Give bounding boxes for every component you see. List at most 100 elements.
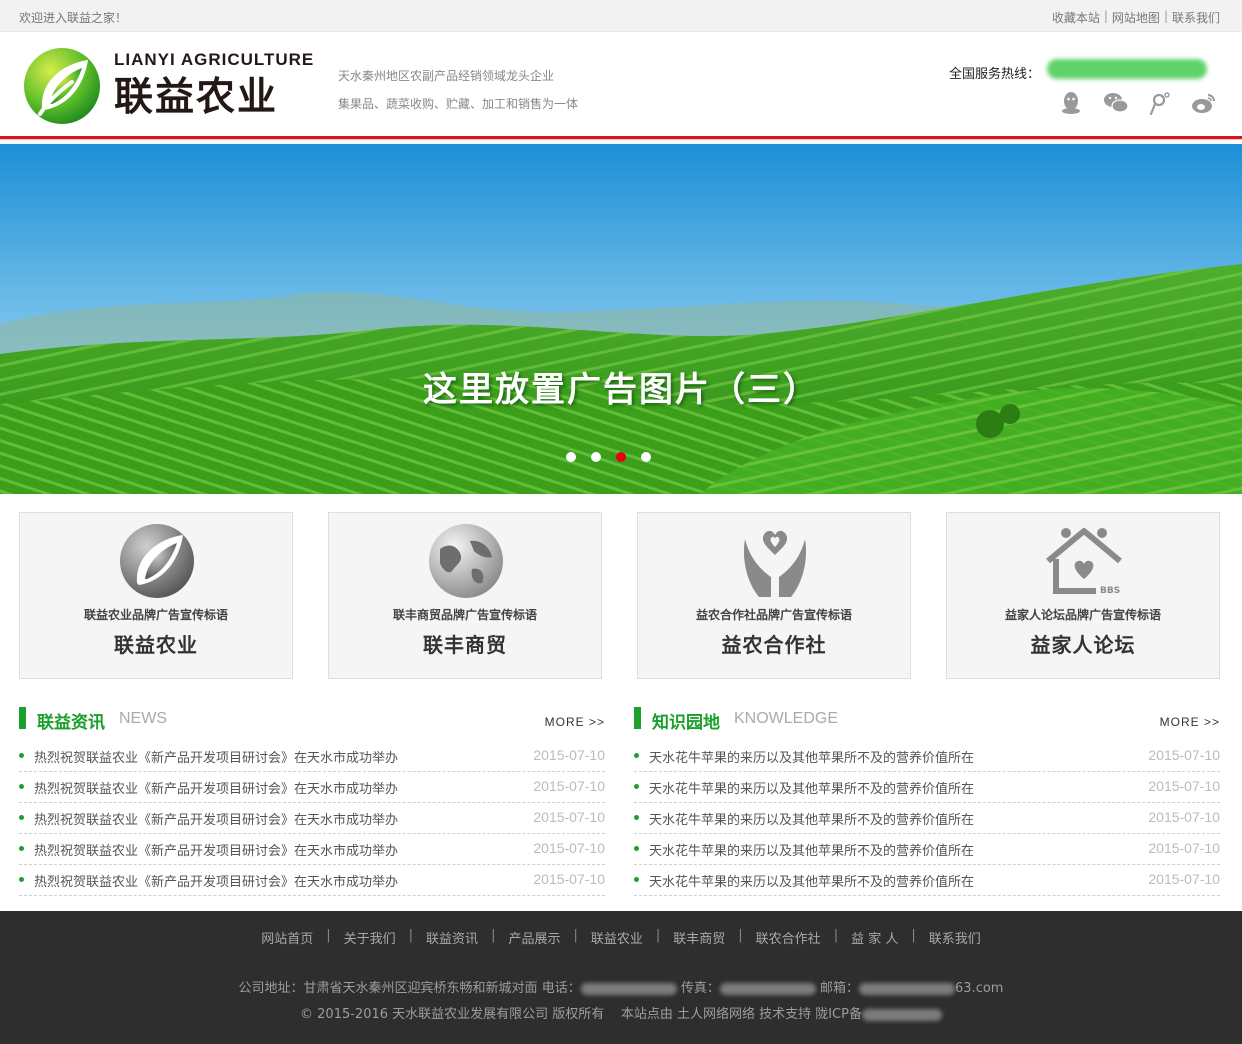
heart-hands-icon <box>743 530 807 597</box>
list-item[interactable]: 热烈祝贺联益农业《新产品开发项目研讨会》在天水市成功举办 2015-07-10 <box>19 865 605 896</box>
item-title: 热烈祝贺联益农业《新产品开发项目研讨会》在天水市成功举办 <box>34 844 399 859</box>
bullet <box>634 815 639 820</box>
qq-icon[interactable] <box>1058 90 1084 116</box>
footer-link-lianyi[interactable]: 联益农业 <box>578 928 656 947</box>
bullet <box>19 846 24 851</box>
news-list: 热烈祝贺联益农业《新产品开发项目研讨会》在天水市成功举办 2015-07-10 热… <box>19 741 605 896</box>
site-header: LIANYI AGRICULTURE 联益农业 天水秦州地区农副产品经销领域龙头… <box>0 32 1242 136</box>
list-item[interactable]: 热烈祝贺联益农业《新产品开发项目研讨会》在天水市成功举办 2015-07-10 <box>19 772 605 803</box>
hero-banner[interactable]: 这里放置广告图片（三） <box>0 144 1242 494</box>
bullet <box>19 815 24 820</box>
top-bar: 欢迎进入联益之家！ 收藏本站 | 网站地图 | 联系我们 <box>0 0 1242 32</box>
knowledge-header: 知识园地 KNOWLEDGE MORE >> <box>634 705 1220 735</box>
copyright-text: © 2015-2016 天水联益农业发展有限公司 版权所有 <box>300 1007 605 1022</box>
slogan-line-1: 天水秦州地区农副产品经销领域龙头企业 <box>338 69 555 83</box>
brand-tagline: 联益农业品牌广告宣传标语 <box>83 608 228 622</box>
fax-redacted <box>719 982 816 995</box>
phone-label: 电话： <box>541 981 581 996</box>
footer-link-products[interactable]: 产品展示 <box>495 928 573 947</box>
knowledge-list: 天水花牛苹果的来历以及其他苹果所不及的营养价值所在 2015-07-10 天水花牛… <box>634 741 1220 896</box>
slide-dot-1[interactable] <box>566 452 576 462</box>
brand-card-yijiaren[interactable]: BBS 益家人论坛品牌广告宣传标语 益家人论坛 <box>946 512 1220 679</box>
item-title: 热烈祝贺联益农业《新产品开发项目研讨会》在天水市成功举办 <box>34 782 399 797</box>
sitemap-link[interactable]: 网站地图 <box>1112 9 1160 26</box>
phone-redacted <box>580 982 677 995</box>
item-date: 2015-07-10 <box>1148 747 1220 763</box>
item-title: 热烈祝贺联益农业《新产品开发项目研讨会》在天水市成功举办 <box>34 875 399 890</box>
site-footer: 网站首页 | 关于我们 | 联益资讯 | 产品展示 | 联益农业 | 联丰商贸 | 联农合作… <box>0 911 1242 1044</box>
contact-link[interactable]: 联系我们 <box>1172 9 1220 26</box>
list-item[interactable]: 热烈祝贺联益农业《新产品开发项目研讨会》在天水市成功举办 2015-07-10 <box>19 834 605 865</box>
list-item[interactable]: 天水花牛苹果的来历以及其他苹果所不及的营养价值所在 2015-07-10 <box>634 741 1220 772</box>
bullet <box>19 784 24 789</box>
item-title: 天水花牛苹果的来历以及其他苹果所不及的营养价值所在 <box>649 782 975 797</box>
brand-name: 联丰商贸 <box>423 633 507 657</box>
sina-weibo-icon[interactable] <box>1191 90 1217 116</box>
footer-link-about[interactable]: 关于我们 <box>331 928 409 947</box>
item-date: 2015-07-10 <box>533 871 605 887</box>
separator: | <box>1103 9 1108 23</box>
list-item[interactable]: 天水花牛苹果的来历以及其他苹果所不及的营养价值所在 2015-07-10 <box>634 803 1220 834</box>
item-title: 天水花牛苹果的来历以及其他苹果所不及的营养价值所在 <box>649 751 975 766</box>
footer-link-contact[interactable]: 联系我们 <box>916 928 994 947</box>
list-item[interactable]: 热烈祝贺联益农业《新产品开发项目研讨会》在天水市成功举办 2015-07-10 <box>19 803 605 834</box>
brand-card-lianyi[interactable]: 联益农业品牌广告宣传标语 联益农业 <box>19 512 293 679</box>
news-section: 联益资讯 NEWS MORE >> 热烈祝贺联益农业《新产品开发项目研讨会》在天… <box>19 705 605 896</box>
item-date: 2015-07-10 <box>1148 809 1220 825</box>
brand-name: 联益农业 <box>114 633 198 657</box>
brand-card-lianfeng[interactable]: 联丰商贸品牌广告宣传标语 联丰商贸 <box>328 512 602 679</box>
item-date: 2015-07-10 <box>533 809 605 825</box>
wechat-icon[interactable] <box>1103 90 1129 116</box>
footer-copyright-line: © 2015-2016 天水联益农业发展有限公司 版权所有 本站点由 土人网络网… <box>0 1003 1242 1022</box>
footer-link-news[interactable]: 联益资讯 <box>413 928 491 947</box>
brand-card-yinong[interactable]: 益农合作社品牌广告宣传标语 益农合作社 <box>637 512 911 679</box>
item-date: 2015-07-10 <box>1148 840 1220 856</box>
item-title: 热烈祝贺联益农业《新产品开发项目研讨会》在天水市成功举办 <box>34 813 399 828</box>
bookmark-link[interactable]: 收藏本站 <box>1052 9 1100 26</box>
knowledge-more-link[interactable]: MORE >> <box>1160 715 1220 729</box>
svg-text:BBS: BBS <box>1100 586 1120 596</box>
slogan-line-2: 集果品、蔬菜收购、贮藏、加工和销售为一体 <box>338 97 579 111</box>
list-item[interactable]: 热烈祝贺联益农业《新产品开发项目研讨会》在天水市成功举办 2015-07-10 <box>19 741 605 772</box>
hotline-label: 全国服务热线： <box>949 67 1041 82</box>
news-more-link[interactable]: MORE >> <box>545 715 605 729</box>
item-date: 2015-07-10 <box>533 778 605 794</box>
item-date: 2015-07-10 <box>1148 778 1220 794</box>
separator: | <box>1163 9 1168 23</box>
list-item[interactable]: 天水花牛苹果的来历以及其他苹果所不及的营养价值所在 2015-07-10 <box>634 834 1220 865</box>
footer-address: 公司地址：甘肃省天水秦州区迎宾桥东畅和新城对面 <box>238 981 538 996</box>
item-date: 2015-07-10 <box>1148 871 1220 887</box>
welcome-text: 欢迎进入联益之家！ <box>19 11 128 25</box>
tea-field-illustration <box>0 144 1242 494</box>
brand-name: 益农合作社 <box>721 633 827 657</box>
footer-link-yijiaren[interactable]: 益 家 人 <box>838 928 911 947</box>
item-title: 热烈祝贺联益农业《新产品开发项目研讨会》在天水市成功举办 <box>34 751 399 766</box>
bullet <box>19 877 24 882</box>
bullet <box>634 877 639 882</box>
tencent-weibo-icon[interactable] <box>1147 90 1173 116</box>
list-item[interactable]: 天水花牛苹果的来历以及其他苹果所不及的营养价值所在 2015-07-10 <box>634 772 1220 803</box>
list-item[interactable]: 天水花牛苹果的来历以及其他苹果所不及的营养价值所在 2015-07-10 <box>634 865 1220 896</box>
email-redacted <box>859 982 956 995</box>
slide-dot-3[interactable] <box>616 452 626 462</box>
brand-tagline: 益农合作社品牌广告宣传标语 <box>695 608 852 622</box>
slide-dot-4[interactable] <box>641 452 651 462</box>
site-logo[interactable]: LIANYI AGRICULTURE 联益农业 <box>22 44 315 128</box>
footer-link-lianfeng[interactable]: 联丰商贸 <box>660 928 738 947</box>
logo-english: LIANYI AGRICULTURE <box>114 50 315 69</box>
email-suffix: 63.com <box>955 981 1004 996</box>
header-divider <box>0 136 1242 140</box>
bullet <box>634 784 639 789</box>
footer-link-home[interactable]: 网站首页 <box>248 928 326 947</box>
footer-nav: 网站首页 | 关于我们 | 联益资讯 | 产品展示 | 联益农业 | 联丰商贸 | 联农合作… <box>0 928 1242 947</box>
leaf-logo-icon <box>120 524 194 598</box>
news-header: 联益资讯 NEWS MORE >> <box>19 705 605 735</box>
news-title: 联益资讯 <box>37 713 105 733</box>
brand-tagline: 益家人论坛品牌广告宣传标语 <box>1004 608 1161 622</box>
bullet <box>634 846 639 851</box>
slide-dot-2[interactable] <box>591 452 601 462</box>
tech-support-text: 本站点由 土人网络网络 技术支持 陇ICP备 <box>620 1007 862 1022</box>
icp-redacted <box>861 1008 942 1021</box>
item-title: 天水花牛苹果的来历以及其他苹果所不及的营养价值所在 <box>649 875 975 890</box>
footer-link-coop[interactable]: 联农合作社 <box>743 928 834 947</box>
